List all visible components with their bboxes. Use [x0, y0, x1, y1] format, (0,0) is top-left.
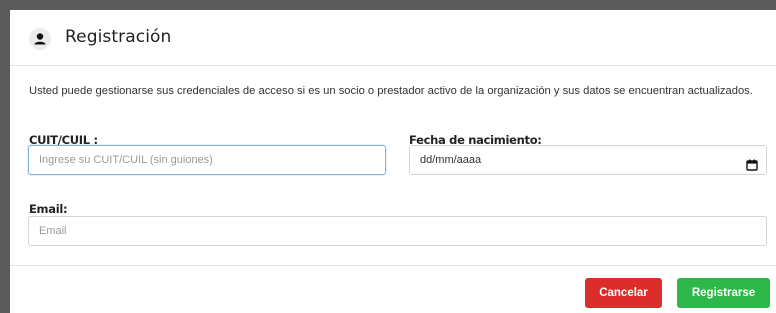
cuit-placeholder: Ingrese su CUIT/CUIL (sin guiones)	[39, 154, 213, 166]
email-placeholder: Email	[39, 225, 67, 237]
email-label: Email:	[29, 202, 68, 216]
intro-text: Usted puede gestionarse sus credenciales…	[29, 85, 753, 97]
modal-header: Registración	[10, 10, 776, 66]
birth-date-input[interactable]: dd/mm/aaaa	[409, 145, 767, 175]
modal-title: Registración	[65, 27, 172, 47]
email-input[interactable]: Email	[28, 216, 767, 246]
cancel-button[interactable]: Cancelar	[585, 278, 662, 308]
user-icon	[29, 28, 51, 50]
calendar-icon[interactable]	[746, 154, 758, 171]
register-button[interactable]: Registrarse	[677, 278, 770, 308]
birth-date-value: dd/mm/aaaa	[420, 154, 482, 166]
registration-modal: Registración Usted puede gestionarse sus…	[10, 10, 776, 313]
modal-body: Usted puede gestionarse sus credenciales…	[10, 66, 776, 265]
cuit-input[interactable]: Ingrese su CUIT/CUIL (sin guiones)	[28, 145, 386, 175]
modal-footer: Cancelar Registrarse	[10, 265, 776, 313]
